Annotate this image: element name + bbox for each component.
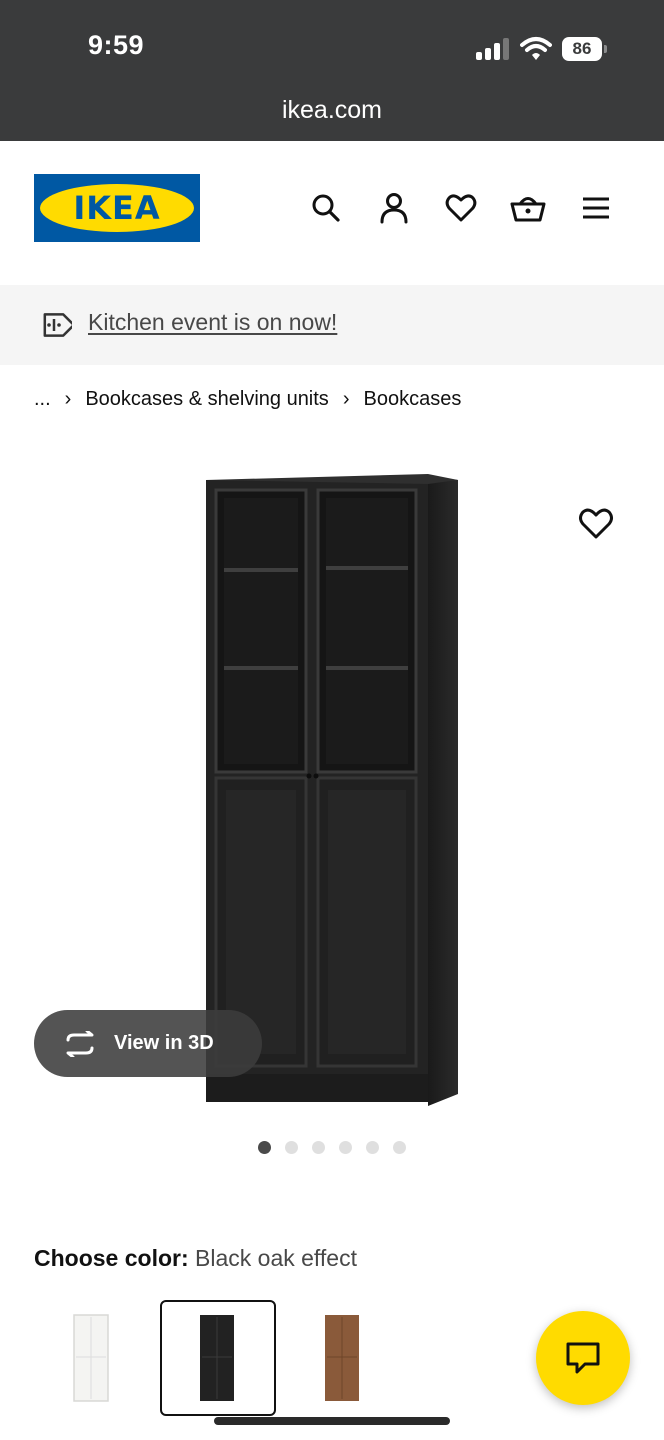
favorites-heart-icon[interactable] <box>443 188 479 228</box>
logo-text: IKEA <box>73 189 161 227</box>
rotate-3d-icon <box>66 1030 94 1057</box>
selected-color-value: Black oak effect <box>195 1245 357 1271</box>
chat-button[interactable] <box>536 1311 630 1405</box>
color-swatch-black-oak[interactable] <box>160 1300 276 1416</box>
carousel-dot[interactable] <box>285 1141 298 1154</box>
save-to-favorites-heart-icon[interactable] <box>578 506 614 542</box>
account-icon[interactable] <box>376 188 412 228</box>
choose-color-label: Choose color: <box>34 1245 189 1271</box>
shopping-basket-icon[interactable] <box>510 188 546 228</box>
color-chooser-label: Choose color: Black oak effect <box>34 1245 357 1272</box>
breadcrumb-item-bookcases[interactable]: Bookcases <box>363 388 461 411</box>
battery-indicator: 86 <box>562 37 602 61</box>
battery-tip <box>604 45 607 53</box>
carousel-dot[interactable] <box>393 1141 406 1154</box>
color-swatch-brown[interactable] <box>285 1300 401 1416</box>
menu-icon[interactable] <box>578 188 614 228</box>
color-swatch-white[interactable] <box>34 1300 150 1416</box>
chat-bubble-icon <box>566 1342 600 1374</box>
carousel-dot[interactable] <box>258 1141 271 1154</box>
promo-banner[interactable]: Kitchen event is on now! <box>0 285 664 365</box>
browser-chrome: 9:59 86 ikea.com <box>0 0 664 141</box>
breadcrumb: ... › Bookcases & shelving units › Bookc… <box>34 388 461 411</box>
carousel-dot[interactable] <box>312 1141 325 1154</box>
wifi-icon <box>520 37 552 60</box>
cellular-signal-icon <box>476 38 510 60</box>
breadcrumb-chevron-icon: › <box>342 388 350 410</box>
carousel-dot[interactable] <box>366 1141 379 1154</box>
search-icon[interactable] <box>308 188 344 228</box>
breadcrumb-ellipsis[interactable]: ... <box>34 388 51 411</box>
breadcrumb-item-bookcases-shelving[interactable]: Bookcases & shelving units <box>85 388 328 411</box>
view-in-3d-label: View in 3D <box>114 1032 214 1054</box>
carousel-dot[interactable] <box>339 1141 352 1154</box>
url-bar[interactable]: ikea.com <box>0 96 664 125</box>
image-carousel-dots <box>258 1141 420 1154</box>
view-in-3d-button[interactable]: View in 3D <box>34 1010 262 1077</box>
promo-link[interactable]: Kitchen event is on now! <box>88 309 337 336</box>
home-indicator[interactable] <box>214 1417 450 1425</box>
breadcrumb-chevron-icon: › <box>64 388 72 410</box>
tag-icon <box>43 313 72 337</box>
status-time: 9:59 <box>88 30 145 60</box>
ikea-logo[interactable]: IKEA <box>34 174 200 242</box>
